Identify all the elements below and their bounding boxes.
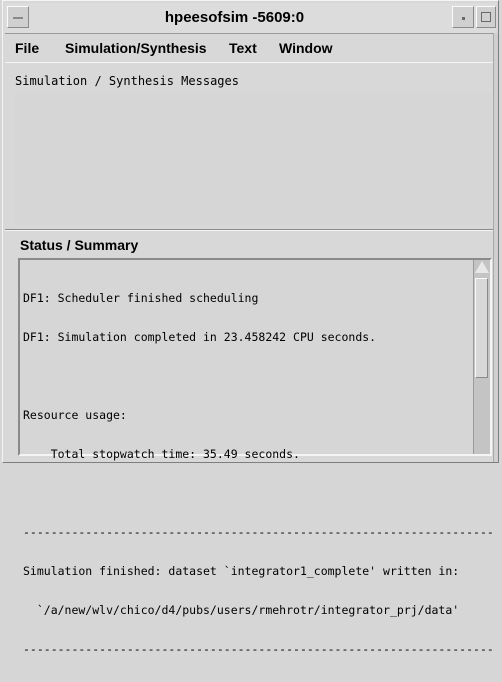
window-title: hpeesofsim -5609:0 [164,9,305,26]
window-right-edge [493,33,498,462]
menu-window[interactable]: Window [279,40,333,56]
minimize-icon [462,17,465,20]
scroll-up-arrow-icon[interactable] [475,261,489,273]
vertical-scrollbar[interactable] [473,260,490,454]
status-text: DF1: Scheduler finished scheduling DF1: … [23,266,494,682]
status-line: `/a/new/wlv/chico/d4/pubs/users/rmehrotr… [23,603,460,617]
maximize-icon [481,12,491,22]
status-line [23,487,472,500]
menu-bar: File Simulation/Synthesis Text Window [5,34,496,63]
status-separator: ----------------------------------------… [23,642,494,656]
pane-divider[interactable] [5,229,496,231]
maximize-button[interactable] [476,6,496,28]
app-window: hpeesofsim -5609:0 File Simulation/Synth… [2,0,499,656]
status-line: Simulation finished: dataset `integrator… [23,564,460,578]
scrollbar-thumb[interactable] [475,278,488,378]
title-bar[interactable]: hpeesofsim -5609:0 [5,3,496,34]
messages-area[interactable] [15,93,492,225]
status-summary-text-area[interactable]: DF1: Scheduler finished scheduling DF1: … [18,258,494,656]
minimize-button[interactable] [452,6,474,28]
status-summary-title: Status / Summary [20,237,139,253]
window-menu-icon [13,17,23,19]
status-line [23,370,472,383]
menu-simulation-synthesis[interactable]: Simulation/Synthesis [65,40,207,56]
menu-file[interactable]: File [15,40,39,56]
window-menu-button[interactable] [7,6,29,28]
status-line: DF1: Scheduler finished scheduling [23,291,259,305]
menu-text[interactable]: Text [229,40,257,56]
messages-header: Simulation / Synthesis Messages [15,74,239,88]
status-line: Total stopwatch time: 35.49 seconds. [23,447,300,461]
status-line: DF1: Simulation completed in 23.458242 C… [23,330,377,344]
status-separator: ----------------------------------------… [23,525,494,539]
status-line: Resource usage: [23,408,127,422]
